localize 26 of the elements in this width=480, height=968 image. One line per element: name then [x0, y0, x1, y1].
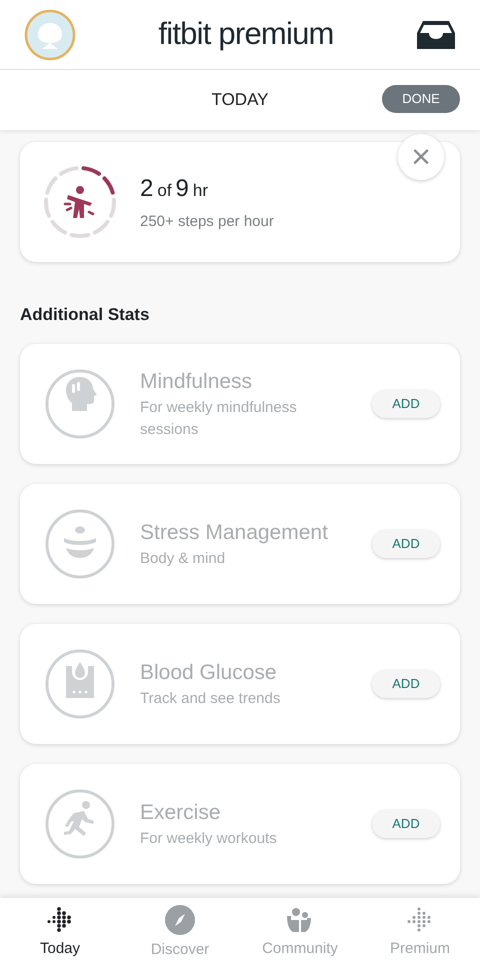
add-button[interactable]: ADD: [372, 810, 440, 838]
nav-tab[interactable]: Today: [0, 898, 120, 968]
stat-title: Blood Glucose: [140, 660, 278, 686]
hourly-goal-value: 2 of 9 hr: [140, 174, 210, 204]
stat-subtitle: For weekly workouts: [140, 829, 278, 850]
stat-subtitle: Track and see trends: [140, 689, 282, 710]
section-title: Additional Stats: [20, 304, 150, 326]
stat-title: Stress Management: [140, 520, 329, 546]
compass-icon: [165, 904, 195, 935]
hourly-goal-subtitle: 250+ steps per hour: [140, 212, 274, 232]
stat-subtitle: Body & mind: [140, 549, 226, 570]
add-button[interactable]: ADD: [372, 530, 440, 558]
stat-title: Exercise: [140, 800, 222, 826]
inbox-icon[interactable]: [416, 18, 456, 50]
close-button[interactable]: ×: [398, 134, 444, 180]
add-button[interactable]: ADD: [372, 670, 440, 698]
runner-icon: [44, 788, 116, 860]
balance-icon: [44, 508, 116, 580]
done-button[interactable]: DONE: [382, 85, 460, 113]
blood-drop-icon: [44, 648, 116, 720]
stat-subtitle: For weekly mindfulness sessions: [140, 398, 298, 440]
add-button[interactable]: ADD: [372, 390, 440, 418]
stat-title: Mindfulness: [140, 368, 254, 395]
head-icon: [44, 368, 116, 440]
page-title: TODAY: [212, 89, 268, 112]
app-title: fitbit premium: [157, 15, 335, 54]
